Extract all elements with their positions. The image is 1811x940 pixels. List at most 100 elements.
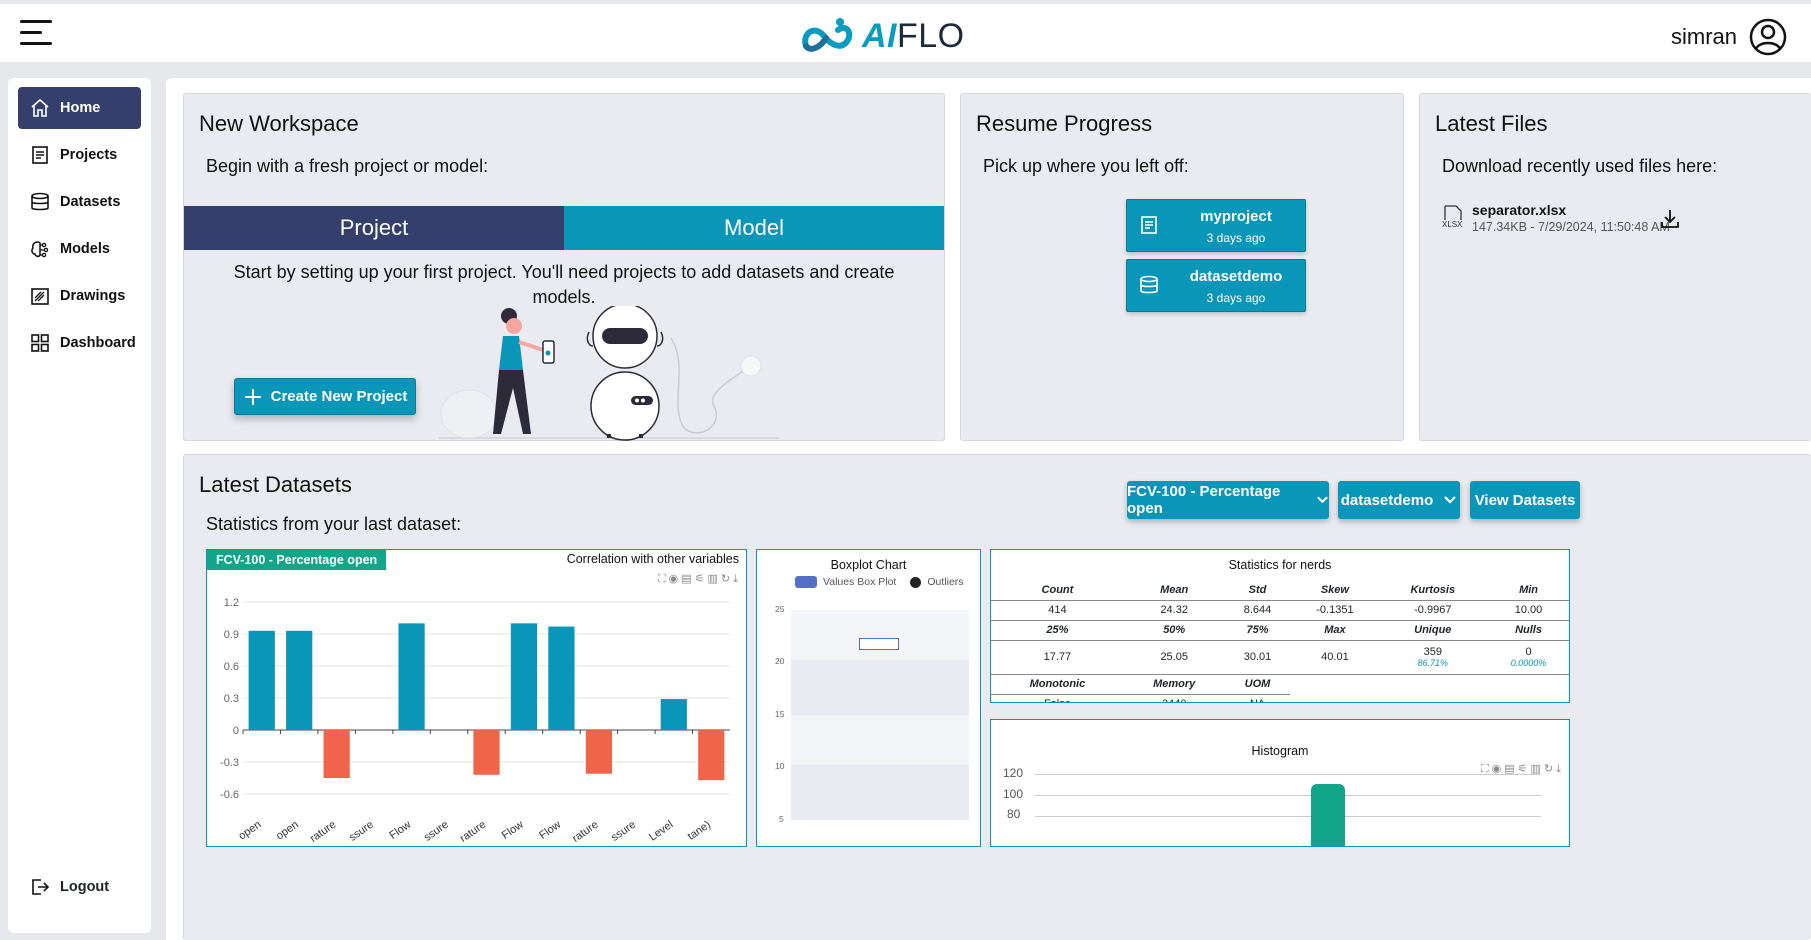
stats-value: 8.644 [1224,600,1291,621]
stats-header: Max [1290,620,1380,641]
bar[interactable] [548,626,575,730]
statistics-table: Count Mean Std Skew Kurtosis Min 414 24.… [991,580,1569,702]
sidebar-item-home[interactable]: Home [18,87,141,129]
stats-header-empty [1486,674,1569,694]
file-name: separator.xlsx [1472,202,1567,218]
user-menu[interactable]: simran [1671,18,1787,56]
resume-item-datasetdemo[interactable]: datasetdemo 3 days ago [1126,259,1306,312]
bar[interactable] [585,730,612,774]
stats-value: False [991,694,1124,702]
sidebar-item-dashboard[interactable]: Dashboard [18,322,141,364]
sidebar-item-datasets[interactable]: Datasets [18,181,141,223]
stats-header: 75% [1224,620,1291,641]
stats-value-unique: 359 86.71% [1379,640,1487,675]
histogram-y-tick: 100 [1003,787,1024,801]
stats-header: UOM [1224,674,1291,695]
logo-icon [802,18,853,52]
y-tick-label: 0 [233,725,239,737]
file-ext: XLSX [1442,220,1463,229]
resume-item-name: myproject [1200,208,1272,225]
card-title: Latest Datasets [199,472,352,497]
variable-tag: FCV-100 - Percentage open [207,550,387,570]
dataset-select[interactable]: datasetdemo [1338,481,1460,519]
stats-header-row: 25% 50% 75% Max Unique Nulls [991,620,1569,641]
y-tick-label: 0.9 [224,629,239,641]
legend-label-values: Values Box Plot [823,576,897,588]
stats-value: 10.00 [1486,600,1569,621]
logout-label: Logout [60,879,110,895]
y-tick-label: -0.3 [220,757,239,769]
latest-datasets-card: Latest Datasets Statistics from your las… [183,454,1811,940]
app-logo[interactable]: AIFLO [800,14,965,58]
stats-header: Monotonic [991,674,1124,695]
histogram-y-tick: 80 [1007,807,1021,821]
latest-files-card: Latest Files Download recently used file… [1419,93,1811,441]
x-tick-label: open [274,819,301,843]
resume-item-time: 3 days ago [1206,231,1266,245]
histogram-bar[interactable] [1311,784,1345,846]
sidebar-item-label: Home [60,100,101,116]
brain-icon [31,241,49,258]
view-datasets-button[interactable]: View Datasets [1470,481,1580,519]
menu-icon[interactable] [20,20,56,50]
new-workspace-card: New Workspace Begin with a fresh project… [183,93,945,441]
sidebar-item-projects[interactable]: Projects [18,134,141,176]
drawing-icon [31,288,49,305]
stats-value: 24.32 [1123,600,1225,621]
x-tick-label: ssure [347,819,376,844]
database-icon [1140,275,1158,294]
sidebar-item-label: Datasets [60,194,121,210]
bar[interactable] [510,623,538,730]
card-title: Resume Progress [976,111,1153,136]
sidebar-item-models[interactable]: Models [18,228,141,270]
stats-value-row: 414 24.32 8.644 -0.1351 -0.9967 10.00 [991,600,1569,621]
stats-value: -0.1351 [1290,600,1380,621]
bar[interactable] [286,630,313,730]
stats-header-row: Count Mean Std Skew Kurtosis Min [991,580,1569,601]
tab-model[interactable]: Model [564,206,944,250]
resume-item-time: 3 days ago [1206,291,1266,305]
correlation-bar-chart: 1.2 0.9 0.6 0.3 0 -0.3 -0.6 open open rature ssure… [220,597,730,845]
x-tick-label: rature [308,819,338,845]
card-subtitle: Pick up where you left off: [983,156,1189,176]
histogram-panel: Histogram ⛶◉▤⚟▥↻⤓ 120 100 80 [990,719,1570,847]
sidebar-item-drawings[interactable]: Drawings [18,275,141,317]
download-icon[interactable] [1659,208,1681,230]
legend-swatch-outliers [910,576,922,588]
card-subtitle: Begin with a fresh project or model: [206,156,489,176]
sidebar-item-label: Dashboard [60,335,136,351]
boxplot-y-tick: 25 [775,604,785,614]
stats-value: 25.05 [1123,640,1225,675]
correlation-chart-panel: FCV-100 - Percentage open Correlation wi… [206,549,747,847]
stats-value-row: 17.77 25.05 30.01 40.01 359 86.71% 0 0.000… [991,640,1569,675]
bar[interactable] [248,630,275,730]
boxplot-panel: Boxplot Chart Values Box Plot Outliers 2… [756,549,981,847]
bar[interactable] [473,730,500,775]
resume-item-myproject[interactable]: myproject 3 days ago [1126,199,1306,252]
stats-header: Count [991,580,1124,601]
resume-item-name: datasetdemo [1189,268,1283,285]
statistics-panel: Statistics for nerds Count Mean Std Skew… [990,549,1570,703]
tab-project[interactable]: Project [184,206,564,250]
boxplot-box[interactable] [859,638,899,650]
document-icon [1141,216,1157,234]
stats-value-row: False 3440 NA [991,694,1569,702]
variable-select[interactable]: FCV-100 - Percentage open [1127,481,1329,519]
bar[interactable] [698,730,725,781]
bar[interactable] [398,623,425,730]
logout-icon [32,879,50,895]
boxplot-y-tick: 10 [775,761,785,771]
x-tick-label: ssure [422,819,451,844]
create-new-project-button[interactable]: Create New Project [234,378,416,415]
bar[interactable] [660,699,687,730]
sidebar-item-label: Projects [60,147,118,163]
nulls-percent: 0.0000% [1510,658,1547,668]
logout-button[interactable]: Logout [18,877,109,897]
username: simran [1670,24,1737,49]
top-bar: AIFLO simran [0,0,1811,62]
stats-header: Min [1486,580,1569,601]
stats-value-nulls: 0 0.0000% [1486,640,1569,675]
bar[interactable] [323,730,350,778]
chart-toolbox[interactable]: ⛶◉▤⚟▥↻⤓ [658,572,741,586]
home-icon [31,98,49,117]
